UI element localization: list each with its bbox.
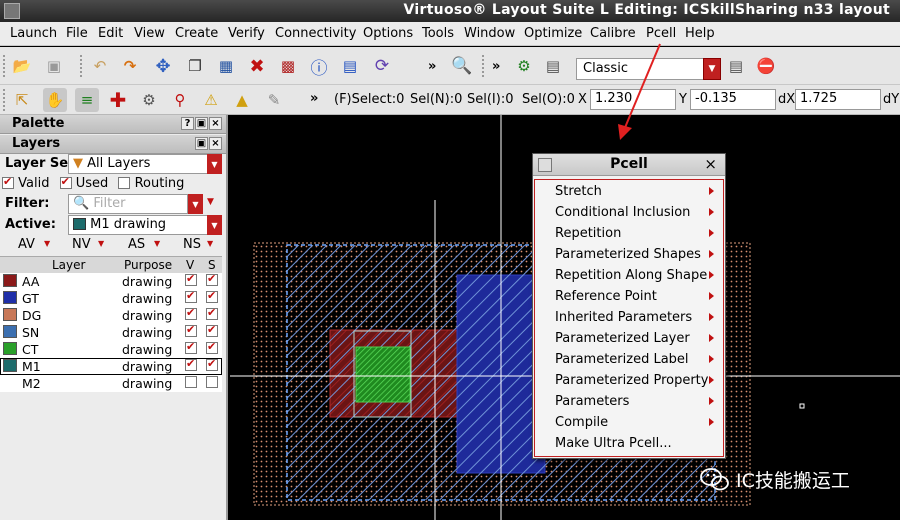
pcell-menu-item[interactable]: Parameterized Shapes (555, 247, 720, 262)
watermark: IC技能搬运工 (700, 466, 850, 493)
submenu-arrow-icon (709, 313, 714, 321)
pcell-menu-item-label: Repetition (555, 226, 622, 241)
pcell-menu-item[interactable]: Parameters (555, 394, 720, 409)
annotation-arrow-head (618, 124, 632, 140)
pcell-menu-item[interactable]: Compile (555, 415, 720, 430)
pcell-menu-item[interactable]: Stretch (555, 184, 720, 199)
pcell-menu-item[interactable]: Repetition Along Shape (555, 268, 720, 283)
pcell-menu: Pcell × Stretch Conditional Inclusion Repe… (532, 153, 726, 459)
submenu-arrow-icon (709, 418, 714, 426)
watermark-text: IC技能搬运工 (736, 470, 850, 492)
pcell-menu-item[interactable]: Parameterized Label (555, 352, 720, 367)
pcell-menu-item-label: Parameterized Label (555, 352, 689, 367)
submenu-arrow-icon (709, 376, 714, 384)
pcell-menu-item-label: Repetition Along Shape (555, 268, 708, 283)
pcell-menu-item[interactable]: Inherited Parameters (555, 310, 720, 325)
submenu-arrow-icon (709, 187, 714, 195)
submenu-arrow-icon (709, 229, 714, 237)
pcell-menu-item-label: Parameterized Layer (555, 331, 690, 346)
close-icon[interactable]: × (704, 155, 717, 173)
annotation-arrow-line (623, 43, 661, 131)
pcell-menu-item-label: Inherited Parameters (555, 310, 693, 325)
wechat-icon (700, 468, 729, 491)
submenu-arrow-icon (709, 334, 714, 342)
pcell-menu-item-label: Reference Point (555, 289, 657, 304)
submenu-arrow-icon (709, 355, 714, 363)
pcell-menu-item-label: Compile (555, 415, 609, 430)
submenu-arrow-icon (709, 250, 714, 258)
pcell-menu-item[interactable]: Conditional Inclusion (555, 205, 720, 220)
pcell-menu-item-label: Make Ultra Pcell... (555, 436, 672, 451)
pcell-menu-item-label: Conditional Inclusion (555, 205, 691, 220)
submenu-arrow-icon (709, 208, 714, 216)
pcell-menu-item[interactable]: Parameterized Layer (555, 331, 720, 346)
pcell-menu-items: Stretch Conditional Inclusion Repetition Pa… (534, 179, 724, 457)
pcell-menu-item[interactable]: Repetition (555, 226, 720, 241)
submenu-arrow-icon (709, 397, 714, 405)
pcell-menu-title: Pcell (610, 156, 648, 172)
pcell-menu-item-label: Parameterized Property (555, 373, 709, 388)
annotation-overlay (618, 43, 661, 140)
pcell-menu-item-label: Parameters (555, 394, 630, 409)
submenu-arrow-icon (709, 292, 714, 300)
pcell-menu-header[interactable]: Pcell × (533, 154, 725, 176)
pcell-menu-item[interactable]: Parameterized Property (555, 373, 720, 388)
pcell-menu-item-label: Parameterized Shapes (555, 247, 701, 262)
submenu-arrow-icon (709, 271, 714, 279)
pcell-menu-item[interactable]: Make Ultra Pcell... (555, 436, 720, 451)
pcell-menu-item-label: Stretch (555, 184, 602, 199)
pcell-menu-item[interactable]: Reference Point (555, 289, 720, 304)
